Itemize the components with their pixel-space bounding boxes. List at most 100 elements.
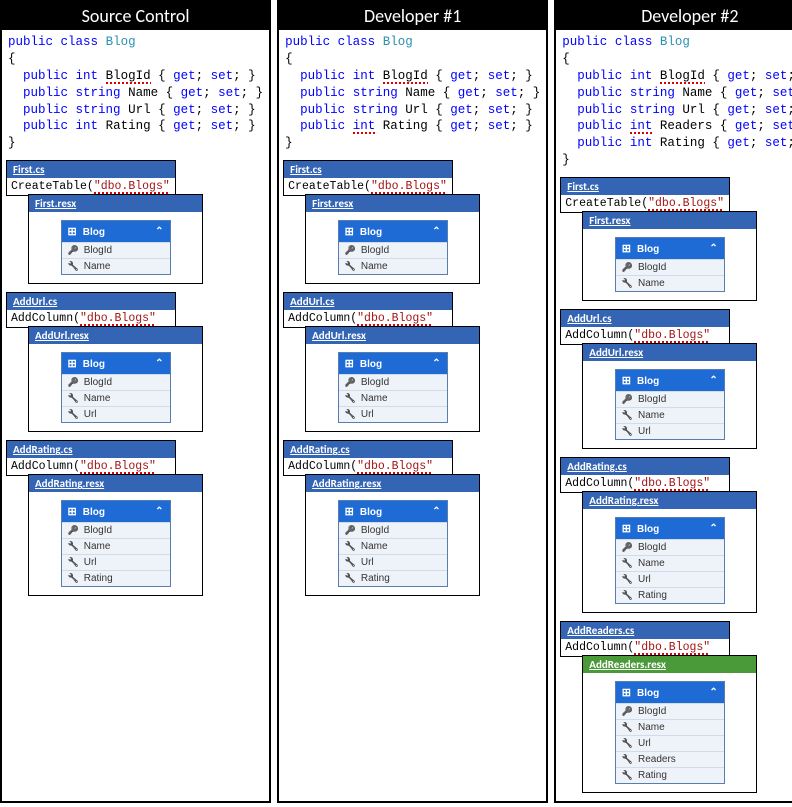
schema-header: Blog (62, 221, 170, 242)
resx-file-tab: AddRating.resxBlogBlogIdNameUrlRating (305, 474, 480, 596)
schema-field: Name (361, 261, 388, 272)
key-icon (345, 377, 356, 388)
cs-file-body: AddColumn("dbo.Blogs" (284, 458, 452, 475)
schema-row: BlogId (616, 703, 724, 719)
wrench-icon (68, 393, 79, 404)
schema-field: Url (638, 426, 651, 437)
schema-table-name: Blog (360, 507, 382, 518)
schema-row: Url (339, 406, 447, 422)
resx-body: BlogBlogIdName (306, 212, 479, 283)
resx-file-tab: First.resxBlogBlogIdName (28, 194, 203, 284)
schema-row: Rating (616, 767, 724, 783)
table-icon (68, 227, 83, 238)
schema-field: Url (361, 557, 374, 568)
cs-file-name: AddRating.cs (7, 441, 175, 458)
schema-box: BlogBlogIdNameUrlRating (615, 517, 725, 604)
chevron-up-icon (155, 358, 163, 369)
schema-row: BlogId (339, 374, 447, 390)
code-block: public class Blog { public int BlogId { … (279, 30, 546, 156)
schema-row: BlogId (62, 522, 170, 538)
wrench-icon (68, 541, 79, 552)
chevron-up-icon (709, 687, 717, 698)
schema-row: Name (616, 407, 724, 423)
resx-file-tab: AddUrl.resxBlogBlogIdNameUrl (305, 326, 480, 432)
wrench-icon (345, 541, 356, 552)
wrench-icon (622, 410, 633, 421)
schema-header: Blog (62, 501, 170, 522)
cs-file-body: CreateTable("dbo.Blogs" (7, 178, 175, 195)
schema-box: Blog BlogIdName (615, 237, 725, 292)
schema-rows: BlogIdName (62, 242, 170, 274)
cs-file-tab: AddReaders.csAddColumn("dbo.Blogs" (560, 621, 730, 657)
resx-file-tab: First.resxBlogBlogIdName (582, 211, 757, 301)
migration-2: AddRating.csAddColumn("dbo.Blogs"AddRati… (283, 440, 542, 596)
schema-field: Rating (638, 770, 667, 781)
schema-row: Name (616, 555, 724, 571)
table-icon (622, 524, 637, 535)
schema-header: Blog (339, 501, 447, 522)
cs-file-tab: First.csCreateTable("dbo.Blogs" (6, 160, 176, 196)
wrench-icon (622, 738, 633, 749)
cs-file-tab: AddUrl.csAddColumn("dbo.Blogs" (6, 292, 176, 328)
cs-file-body: AddColumn("dbo.Blogs" (561, 327, 729, 344)
resx-file-tab: AddUrl.resxBlogBlogIdNameUrl (582, 343, 757, 449)
schema-box: BlogBlogIdNameUrl (338, 352, 448, 423)
schema-rows: BlogIdName (616, 259, 724, 291)
schema-row: Url (616, 571, 724, 587)
migration-0: First.csCreateTable("dbo.Blogs"First.res… (560, 177, 792, 301)
schema-row: BlogId (616, 539, 724, 555)
wrench-icon (345, 557, 356, 568)
cs-file-body: CreateTable("dbo.Blogs" (284, 178, 452, 195)
cs-file-body: CreateTable("dbo.Blogs" (561, 195, 729, 212)
key-icon (345, 245, 356, 256)
schema-row: Url (616, 423, 724, 439)
schema-field: Rating (84, 573, 113, 584)
schema-field: Name (638, 278, 665, 289)
schema-row: Url (616, 735, 724, 751)
migration-1: AddUrl.csAddColumn("dbo.Blogs"AddUrl.res… (6, 292, 265, 432)
resx-file-tab: AddRating.resxBlogBlogIdNameUrlRating (28, 474, 203, 596)
schema-field: Readers (638, 754, 676, 765)
schema-table-name: Blog (637, 688, 659, 699)
key-icon (622, 262, 633, 273)
schema-table-name: Blog (637, 524, 659, 535)
schema-header: Blog (339, 353, 447, 374)
wrench-icon (622, 558, 633, 569)
schema-row: Name (62, 390, 170, 406)
code-block: public class Blog { public int BlogId { … (2, 30, 269, 156)
cs-file-name: AddReaders.cs (561, 622, 729, 639)
wrench-icon (68, 573, 79, 584)
schema-rows: BlogIdNameUrl (62, 374, 170, 422)
code-block: public class Blog { public int BlogId { … (556, 30, 792, 173)
schema-row: Readers (616, 751, 724, 767)
resx-file-name: AddReaders.resx (583, 656, 756, 673)
schema-table-name: Blog (637, 244, 659, 255)
resx-body: Blog BlogIdName (583, 229, 756, 300)
schema-field: BlogId (638, 706, 666, 717)
cs-file-body: AddColumn("dbo.Blogs" (284, 310, 452, 327)
chevron-up-icon (709, 243, 717, 254)
resx-file-tab: AddReaders.resxBlogBlogIdNameUrlReadersR… (582, 655, 757, 793)
wrench-icon (622, 590, 633, 601)
cs-file-body: AddColumn("dbo.Blogs" (561, 639, 729, 656)
cs-file-name: AddUrl.cs (284, 293, 452, 310)
resx-file-tab: AddUrl.resxBlogBlogIdNameUrl (28, 326, 203, 432)
wrench-icon (345, 393, 356, 404)
key-icon (68, 525, 79, 536)
resx-file-name: First.resx (306, 195, 479, 212)
resx-file-name: AddRating.resx (306, 475, 479, 492)
chevron-up-icon (432, 506, 440, 517)
cs-file-name: First.cs (284, 161, 452, 178)
column-header: Developer #2 (556, 2, 792, 30)
schema-field: BlogId (361, 245, 389, 256)
schema-row: Name (62, 258, 170, 274)
cs-file-name: First.cs (561, 178, 729, 195)
schema-row: Name (616, 275, 724, 291)
schema-row: Name (62, 538, 170, 554)
schema-header: Blog (616, 682, 724, 703)
resx-body: BlogBlogIdNameUrlRating (306, 492, 479, 595)
diagram-container: Source Controlpublic class Blog { public… (0, 0, 792, 803)
schema-box: BlogBlogIdName (338, 220, 448, 275)
schema-row: Name (339, 538, 447, 554)
schema-field: Name (361, 541, 388, 552)
